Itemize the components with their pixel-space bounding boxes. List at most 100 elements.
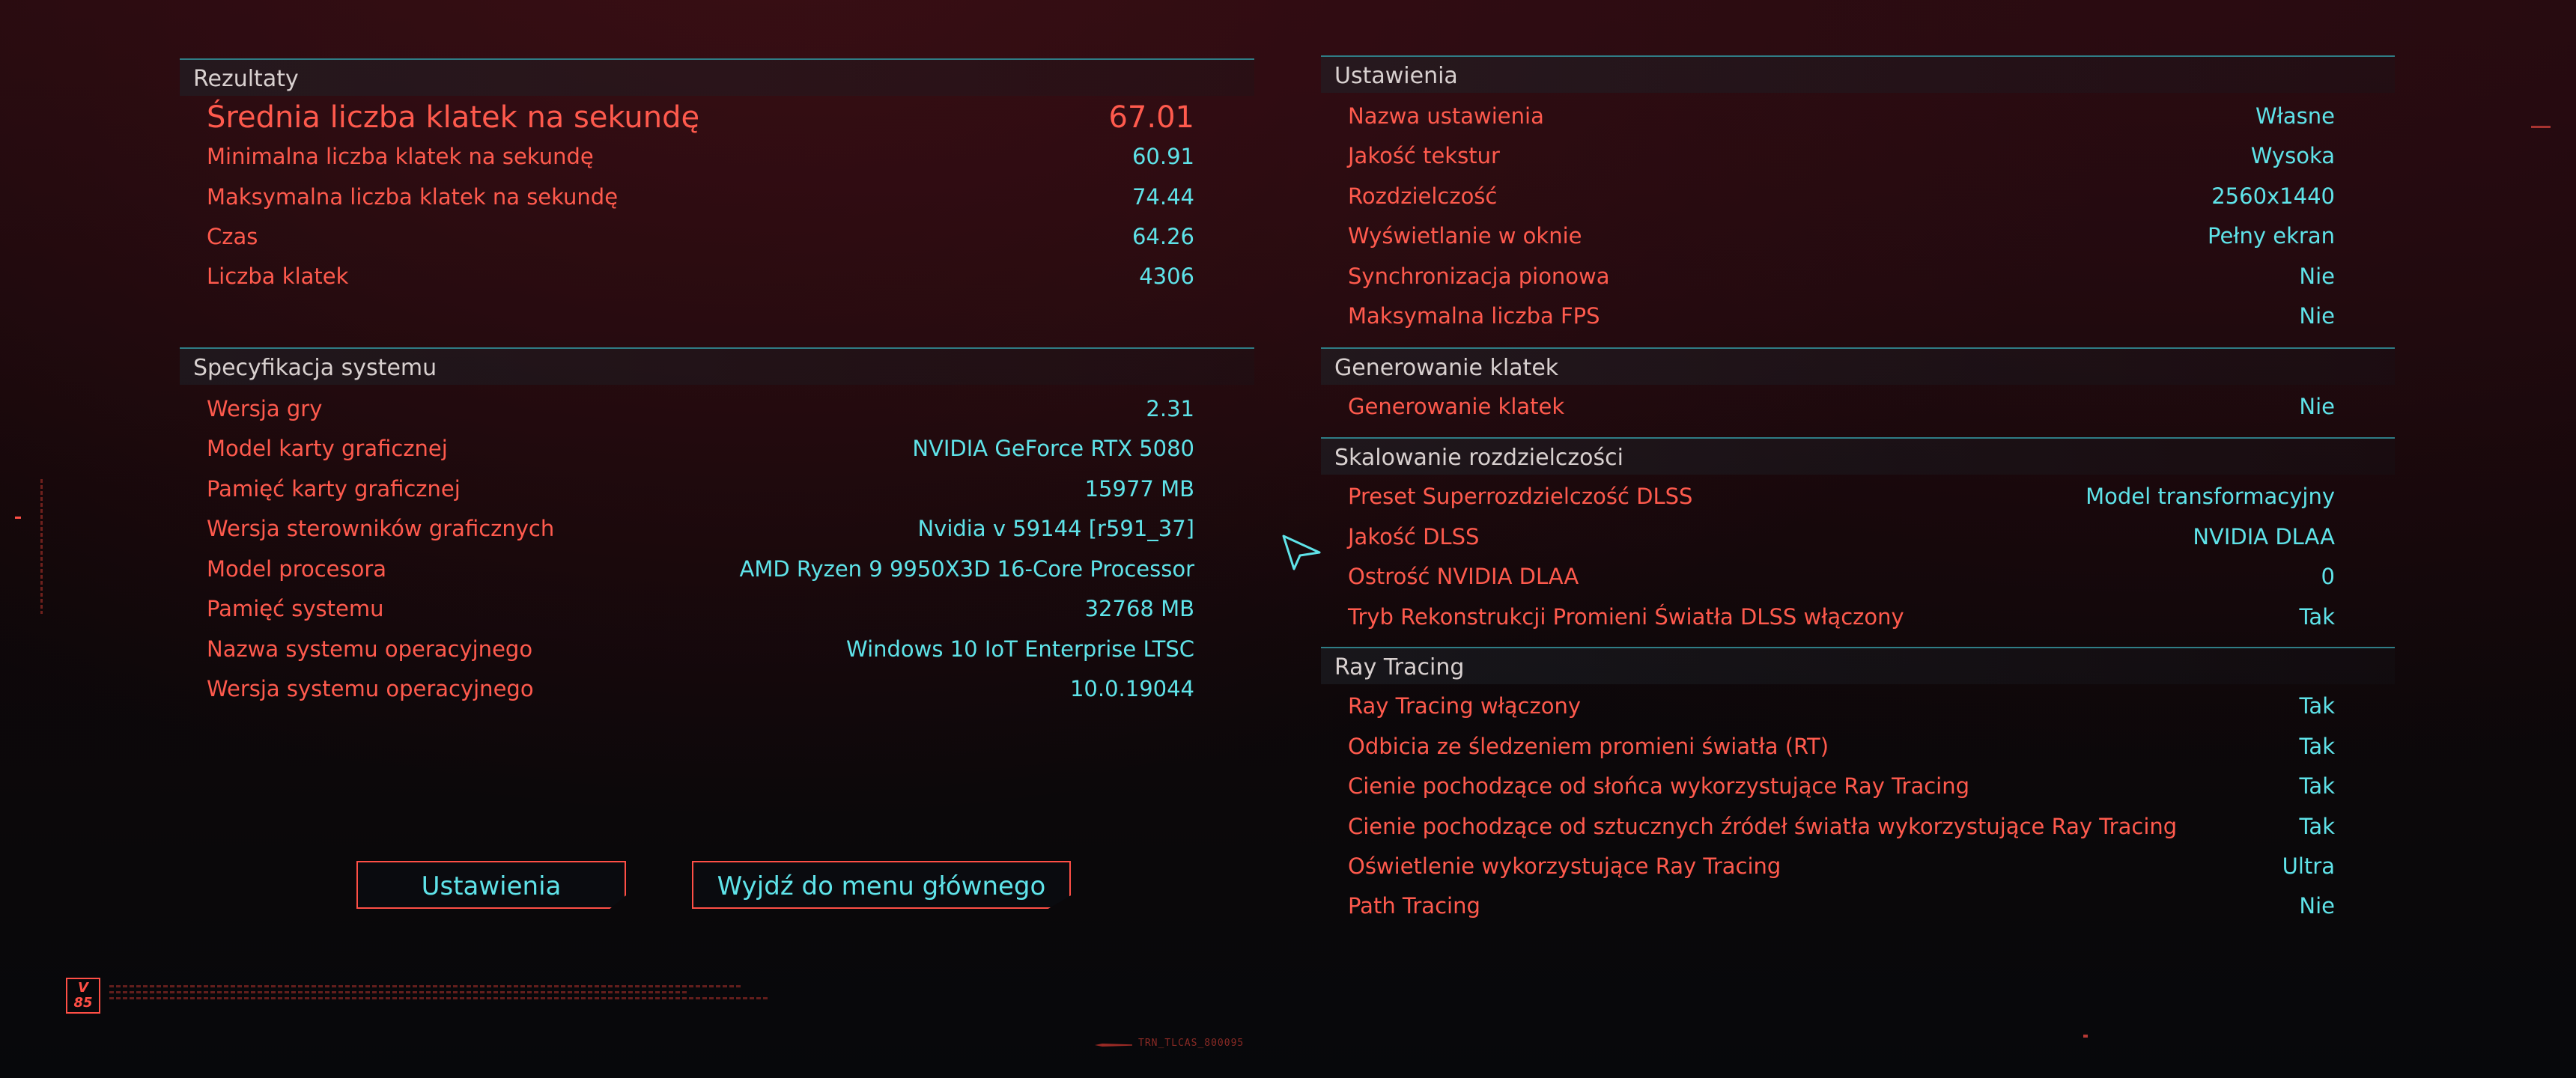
- row-value: Nie: [2299, 303, 2335, 329]
- system-header: Specyfikacja systemu: [180, 347, 1254, 385]
- row-value: 10.0.19044: [1069, 676, 1194, 701]
- row-value: 67.01: [1108, 100, 1194, 135]
- ray-tracing-section: Ray Tracing Ray Tracing włączony Tak Odb…: [1321, 647, 2395, 919]
- mouse-cursor-icon: [1282, 535, 1321, 570]
- row-value: Pełny ekran: [2207, 223, 2335, 249]
- row-label: Rozdzielczość: [1348, 183, 1498, 209]
- settings-section: Ustawienia Nazwa ustawienia Własne Jakoś…: [1321, 55, 2395, 329]
- row-label: Ostrość NVIDIA DLAA: [1348, 564, 1579, 589]
- row-value: NVIDIA DLAA: [2193, 524, 2335, 549]
- row-label: Wersja systemu operacyjnego: [207, 676, 534, 701]
- row-label: Model karty graficznej: [207, 436, 448, 461]
- row-value: 32768 MB: [1084, 596, 1194, 621]
- row-label: Preset Superrozdzielczość DLSS: [1348, 484, 1693, 509]
- row-label: Jakość tekstur: [1348, 143, 1500, 168]
- row-label: Path Tracing: [1348, 893, 1480, 919]
- row-value: Ultra: [2282, 853, 2335, 879]
- results-row: Maksymalna liczba klatek na sekundę 74.4…: [207, 182, 1194, 212]
- results-row: Minimalna liczba klatek na sekundę 60.91: [207, 141, 1194, 171]
- row-label: Oświetlenie wykorzystujące Ray Tracing: [1348, 853, 1781, 879]
- bottom-dot: [2083, 1035, 2088, 1038]
- system-section: Specyfikacja systemu Wersja gry 2.31 Mod…: [180, 347, 1254, 701]
- exit-to-main-menu-button[interactable]: Wyjdź do menu głównego: [692, 861, 1071, 909]
- row-label: Nazwa systemu operacyjnego: [207, 636, 533, 662]
- scaling-row: Ostrość NVIDIA DLAA 0: [1348, 561, 2335, 591]
- row-label: Maksymalna liczba FPS: [1348, 303, 1600, 329]
- row-value: AMD Ryzen 9 9950X3D 16-Core Processor: [739, 556, 1194, 582]
- row-value: Tak: [2299, 773, 2335, 799]
- row-label: Pamięć karty graficznej: [207, 476, 461, 502]
- frame-generation-header: Generowanie klatek: [1321, 347, 2395, 385]
- row-label: Pamięć systemu: [207, 596, 384, 621]
- results-row: Liczba klatek 4306: [207, 261, 1194, 291]
- settings-row: Jakość tekstur Wysoka: [1348, 141, 2335, 171]
- ray-tracing-row: Path Tracing Nie: [1348, 891, 2335, 921]
- ray-tracing-row: Ray Tracing włączony Tak: [1348, 691, 2335, 721]
- row-label: Synchronizacja pionowa: [1348, 264, 1610, 289]
- right-tick-mark: [2531, 126, 2551, 128]
- row-label: Cienie pochodzące od słońca wykorzystują…: [1348, 773, 1970, 799]
- ray-tracing-row: Cienie pochodzące od sztucznych źródeł ś…: [1348, 811, 2335, 841]
- row-value: Model transformacyjny: [2086, 484, 2335, 509]
- row-label: Cienie pochodzące od sztucznych źródeł ś…: [1348, 814, 2178, 839]
- row-value: 4306: [1139, 264, 1194, 289]
- row-label: Minimalna liczba klatek na sekundę: [207, 144, 594, 169]
- row-value: Tak: [2299, 814, 2335, 839]
- system-row: Wersja gry 2.31: [207, 394, 1194, 424]
- row-value: Nie: [2299, 394, 2335, 419]
- row-label: Średnia liczba klatek na sekundę: [207, 100, 700, 135]
- row-label: Wersja sterowników graficznych: [207, 516, 555, 541]
- results-row: Czas 64.26: [207, 222, 1194, 252]
- settings-row: Wyświetlanie w oknie Pełny ekran: [1348, 221, 2335, 251]
- row-label: Jakość DLSS: [1348, 524, 1480, 549]
- left-tick-mark: [15, 517, 21, 519]
- row-value: Tak: [2299, 734, 2335, 759]
- settings-row: Maksymalna liczba FPS Nie: [1348, 301, 2335, 331]
- resolution-scaling-section: Skalowanie rozdzielczości Preset Superro…: [1321, 437, 2395, 630]
- system-row: Wersja systemu operacyjnego 10.0.19044: [207, 674, 1194, 704]
- scaling-row: Tryb Rekonstrukcji Promieni Światła DLSS…: [1348, 602, 2335, 632]
- row-value: NVIDIA GeForce RTX 5080: [912, 436, 1194, 461]
- row-value: 2560x1440: [2211, 183, 2335, 209]
- row-value: 64.26: [1131, 224, 1194, 249]
- system-row: Model karty graficznej NVIDIA GeForce RT…: [207, 433, 1194, 463]
- row-value: 2.31: [1146, 396, 1194, 421]
- settings-row: Synchronizacja pionowa Nie: [1348, 261, 2335, 291]
- settings-header: Ustawienia: [1321, 55, 2395, 93]
- system-row: Pamięć systemu 32768 MB: [207, 594, 1194, 624]
- system-row: Pamięć karty graficznej 15977 MB: [207, 474, 1194, 504]
- system-row: Nazwa systemu operacyjnego Windows 10 Io…: [207, 634, 1194, 664]
- settings-row: Nazwa ustawienia Własne: [1348, 101, 2335, 131]
- row-value: Nie: [2299, 893, 2335, 919]
- row-value: 74.44: [1131, 184, 1194, 210]
- results-section: Rezultaty Średnia liczba klatek na sekun…: [180, 58, 1254, 289]
- left-panel: Rezultaty Średnia liczba klatek na sekun…: [180, 58, 1254, 732]
- row-label: Liczba klatek: [207, 264, 349, 289]
- row-value: 15977 MB: [1084, 476, 1194, 502]
- row-label: Wyświetlanie w oknie: [1348, 223, 1582, 249]
- settings-button[interactable]: Ustawienia: [356, 861, 626, 909]
- system-row: Wersja sterowników graficznych Nvidia v …: [207, 514, 1194, 543]
- version-logo: V 85: [66, 978, 100, 1014]
- settings-button-label: Ustawienia: [421, 871, 562, 901]
- results-row: Średnia liczba klatek na sekundę 67.01: [207, 99, 1194, 136]
- row-label: Ray Tracing włączony: [1348, 693, 1581, 719]
- system-row: Model procesora AMD Ryzen 9 9950X3D 16-C…: [207, 554, 1194, 584]
- scaling-row: Preset Superrozdzielczość DLSS Model tra…: [1348, 481, 2335, 511]
- row-label: Tryb Rekonstrukcji Promieni Światła DLSS…: [1348, 604, 1904, 630]
- right-panel: Ustawienia Nazwa ustawienia Własne Jakoś…: [1321, 55, 2395, 939]
- vertical-debug-text: [36, 479, 48, 614]
- row-label: Czas: [207, 224, 258, 249]
- settings-row: Rozdzielczość 2560x1440: [1348, 181, 2335, 211]
- ray-tracing-row: Cienie pochodzące od słońca wykorzystują…: [1348, 771, 2335, 801]
- resolution-scaling-header: Skalowanie rozdzielczości: [1321, 437, 2395, 475]
- row-value: Nie: [2299, 264, 2335, 289]
- frame-generation-row: Generowanie klatek Nie: [1348, 392, 2335, 421]
- row-value: Tak: [2299, 604, 2335, 630]
- results-header: Rezultaty: [180, 58, 1254, 96]
- scaling-row: Jakość DLSS NVIDIA DLAA: [1348, 522, 2335, 552]
- row-value: 60.91: [1131, 144, 1194, 169]
- row-label: Wersja gry: [207, 396, 323, 421]
- ray-tracing-row: Oświetlenie wykorzystujące Ray Tracing U…: [1348, 851, 2335, 881]
- exit-button-label: Wyjdź do menu głównego: [717, 871, 1046, 901]
